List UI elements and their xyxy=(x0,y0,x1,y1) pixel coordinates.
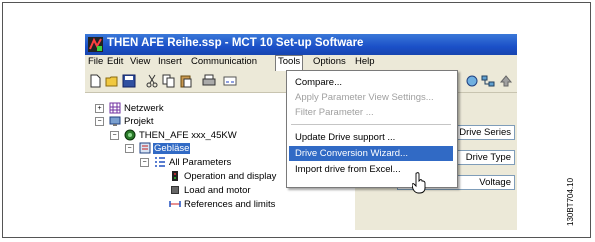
display-icon xyxy=(172,171,178,181)
tools-menu: Compare... Apply Parameter View Settings… xyxy=(286,70,458,188)
project-icon xyxy=(109,116,121,126)
tree-node-label: THEN_AFE xxx_45KW xyxy=(139,130,237,141)
collapse-toggle[interactable]: − xyxy=(95,117,104,126)
menu-communication[interactable]: Communication xyxy=(189,56,259,67)
drive-icon xyxy=(124,129,136,141)
save-icon[interactable] xyxy=(122,74,136,88)
menu-help[interactable]: Help xyxy=(353,56,377,67)
tree-node-label: Load and motor xyxy=(184,185,251,196)
menu-item-filter-parameter: Filter Parameter ... xyxy=(295,107,374,118)
open-folder-icon[interactable] xyxy=(105,74,119,88)
app-logo-icon xyxy=(88,37,103,52)
menu-view[interactable]: View xyxy=(128,56,152,67)
parameter-icon[interactable] xyxy=(223,74,237,88)
tree-node-label: References and limits xyxy=(184,199,276,210)
expand-toggle[interactable]: + xyxy=(95,104,104,113)
paste-icon[interactable] xyxy=(179,74,193,88)
hand-cursor-icon xyxy=(412,172,426,194)
menu-options[interactable]: Options xyxy=(311,56,348,67)
copy-icon[interactable] xyxy=(162,74,176,88)
collapse-toggle[interactable]: − xyxy=(140,158,149,167)
drive-unit-icon xyxy=(139,142,151,154)
menu-bar: File Edit View Insert Communication Tool… xyxy=(85,55,517,71)
menu-item-compare[interactable]: Compare... xyxy=(289,75,453,90)
title-bar[interactable]: THEN AFE Reihe.ssp - MCT 10 Set-up Softw… xyxy=(85,34,517,55)
collapse-toggle[interactable]: − xyxy=(110,131,119,140)
motor-icon xyxy=(171,186,179,194)
print-icon[interactable] xyxy=(202,74,216,88)
menu-file[interactable]: File xyxy=(86,56,105,67)
menu-item-update-drive-support[interactable]: Update Drive support ... xyxy=(289,130,453,145)
network-icon xyxy=(109,102,121,114)
tree-node-label: Gebläse xyxy=(153,143,191,154)
network-scan-icon[interactable] xyxy=(481,74,495,88)
window-title: THEN AFE Reihe.ssp - MCT 10 Set-up Softw… xyxy=(107,37,364,49)
cut-icon[interactable] xyxy=(145,74,159,88)
new-file-icon[interactable] xyxy=(88,74,102,88)
figure-id: 130BT704.10 xyxy=(566,177,575,226)
menu-edit[interactable]: Edit xyxy=(105,56,125,67)
menu-tools[interactable]: Tools xyxy=(275,55,304,71)
connect-icon[interactable] xyxy=(465,74,479,88)
menu-insert[interactable]: Insert xyxy=(156,56,184,67)
menu-separator xyxy=(291,124,451,125)
references-icon xyxy=(169,201,181,207)
menu-item-apply-parameter-view: Apply Parameter View Settings... xyxy=(295,92,434,103)
arrow-up-icon[interactable] xyxy=(499,74,513,88)
parameter-list-icon xyxy=(155,157,165,167)
collapse-toggle[interactable]: − xyxy=(125,144,134,153)
tree-node-label: Netzwerk xyxy=(124,103,164,114)
app-window: THEN AFE Reihe.ssp - MCT 10 Set-up Softw… xyxy=(85,34,517,230)
menu-item-import-drive-excel[interactable]: Import drive from Excel... xyxy=(289,162,453,177)
menu-item-drive-conversion-wizard[interactable]: Drive Conversion Wizard... xyxy=(289,146,453,161)
tree-node-label: All Parameters xyxy=(169,157,232,168)
tree-node-label: Projekt xyxy=(124,116,154,127)
tree-node-label: Operation and display xyxy=(184,171,277,182)
